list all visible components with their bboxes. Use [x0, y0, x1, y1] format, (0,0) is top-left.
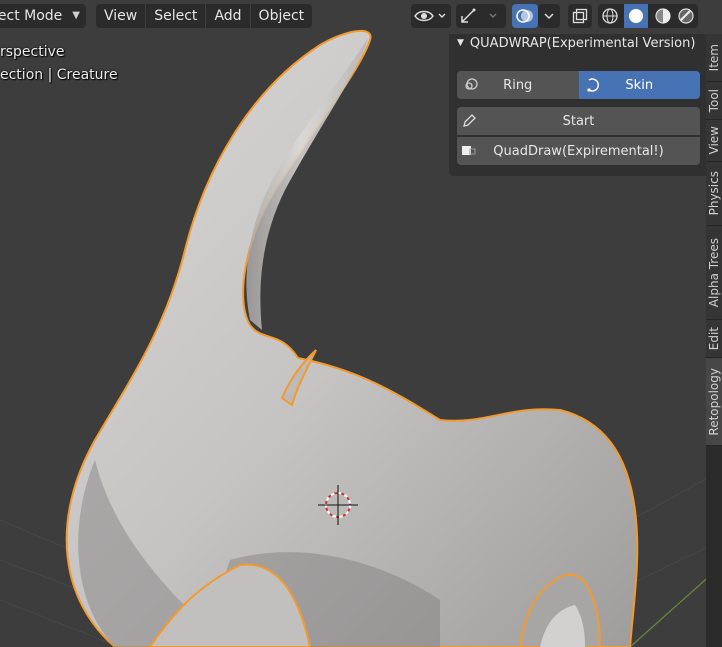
- xray-toggle[interactable]: [568, 4, 592, 28]
- start-button[interactable]: Start: [457, 107, 700, 135]
- quaddraw-label: QuadDraw(Expiremental!): [493, 143, 664, 159]
- quaddraw-button[interactable]: QuadDraw(Expiremental!): [457, 137, 700, 165]
- pencil-icon: [463, 114, 476, 127]
- panel-title: QUADWRAP(Experimental Version): [469, 36, 696, 51]
- tab-view[interactable]: View: [706, 120, 722, 162]
- ring-label: Ring: [503, 77, 533, 93]
- xray-icon: [572, 8, 588, 24]
- shading-modes: [598, 4, 698, 28]
- ring-icon: [465, 78, 478, 90]
- mode-dropdown[interactable]: ject Mode ▼: [0, 4, 86, 28]
- solid-shading-button[interactable]: [624, 4, 649, 28]
- menu-view[interactable]: View: [96, 4, 147, 28]
- chevron-down-icon: [544, 13, 554, 20]
- tab-item[interactable]: Item: [706, 34, 722, 82]
- menu-add[interactable]: Add: [206, 4, 251, 28]
- collapse-triangle-icon: ▼: [457, 38, 464, 48]
- wireframe-icon[interactable]: [601, 7, 619, 25]
- viewport-menu: View Select Add Object: [96, 4, 313, 28]
- viewport-header: ject Mode ▼ View Select Add Object: [0, 0, 722, 32]
- solid-icon: [629, 9, 644, 23]
- overlay-toggle[interactable]: [512, 4, 538, 28]
- view-perspective-label: rspective: [0, 44, 65, 60]
- quad-icon: [462, 146, 476, 155]
- gizmo-dropdown[interactable]: [456, 4, 506, 28]
- sidebar-tabs: Item Tool View Physics Alpha Trees Edit …: [706, 34, 722, 647]
- overlay-icon: [516, 9, 533, 23]
- gizmo-icon: [461, 8, 497, 23]
- skin-icon: [586, 78, 599, 92]
- tab-alpha-trees[interactable]: Alpha Trees: [706, 226, 722, 320]
- skin-button[interactable]: Skin: [578, 71, 700, 99]
- mode-label: ject Mode: [0, 8, 63, 24]
- menu-select[interactable]: Select: [146, 4, 207, 28]
- ring-button[interactable]: Ring: [457, 71, 579, 99]
- tab-physics[interactable]: Physics: [706, 162, 722, 226]
- collection-label: ection | Creature: [0, 67, 118, 83]
- eye-icon: [414, 10, 446, 22]
- panel-header[interactable]: ▼ QUADWRAP(Experimental Version): [457, 36, 695, 51]
- overlay-dropdown[interactable]: [538, 4, 560, 28]
- material-icon[interactable]: [654, 7, 672, 25]
- skin-label: Skin: [625, 77, 654, 93]
- ring-skin-toggle: Ring Skin: [457, 71, 700, 99]
- start-label: Start: [562, 113, 595, 129]
- chevron-down-icon: ▼: [72, 10, 80, 21]
- tab-tool[interactable]: Tool: [706, 82, 722, 120]
- rendered-icon[interactable]: [677, 7, 695, 25]
- quadwrap-panel: ▼ QUADWRAP(Experimental Version) Ring Ski…: [449, 34, 706, 176]
- visibility-dropdown[interactable]: [411, 4, 451, 28]
- menu-object[interactable]: Object: [251, 4, 313, 28]
- tab-edit[interactable]: Edit: [706, 320, 722, 358]
- tab-retopology[interactable]: Retopology: [706, 358, 722, 446]
